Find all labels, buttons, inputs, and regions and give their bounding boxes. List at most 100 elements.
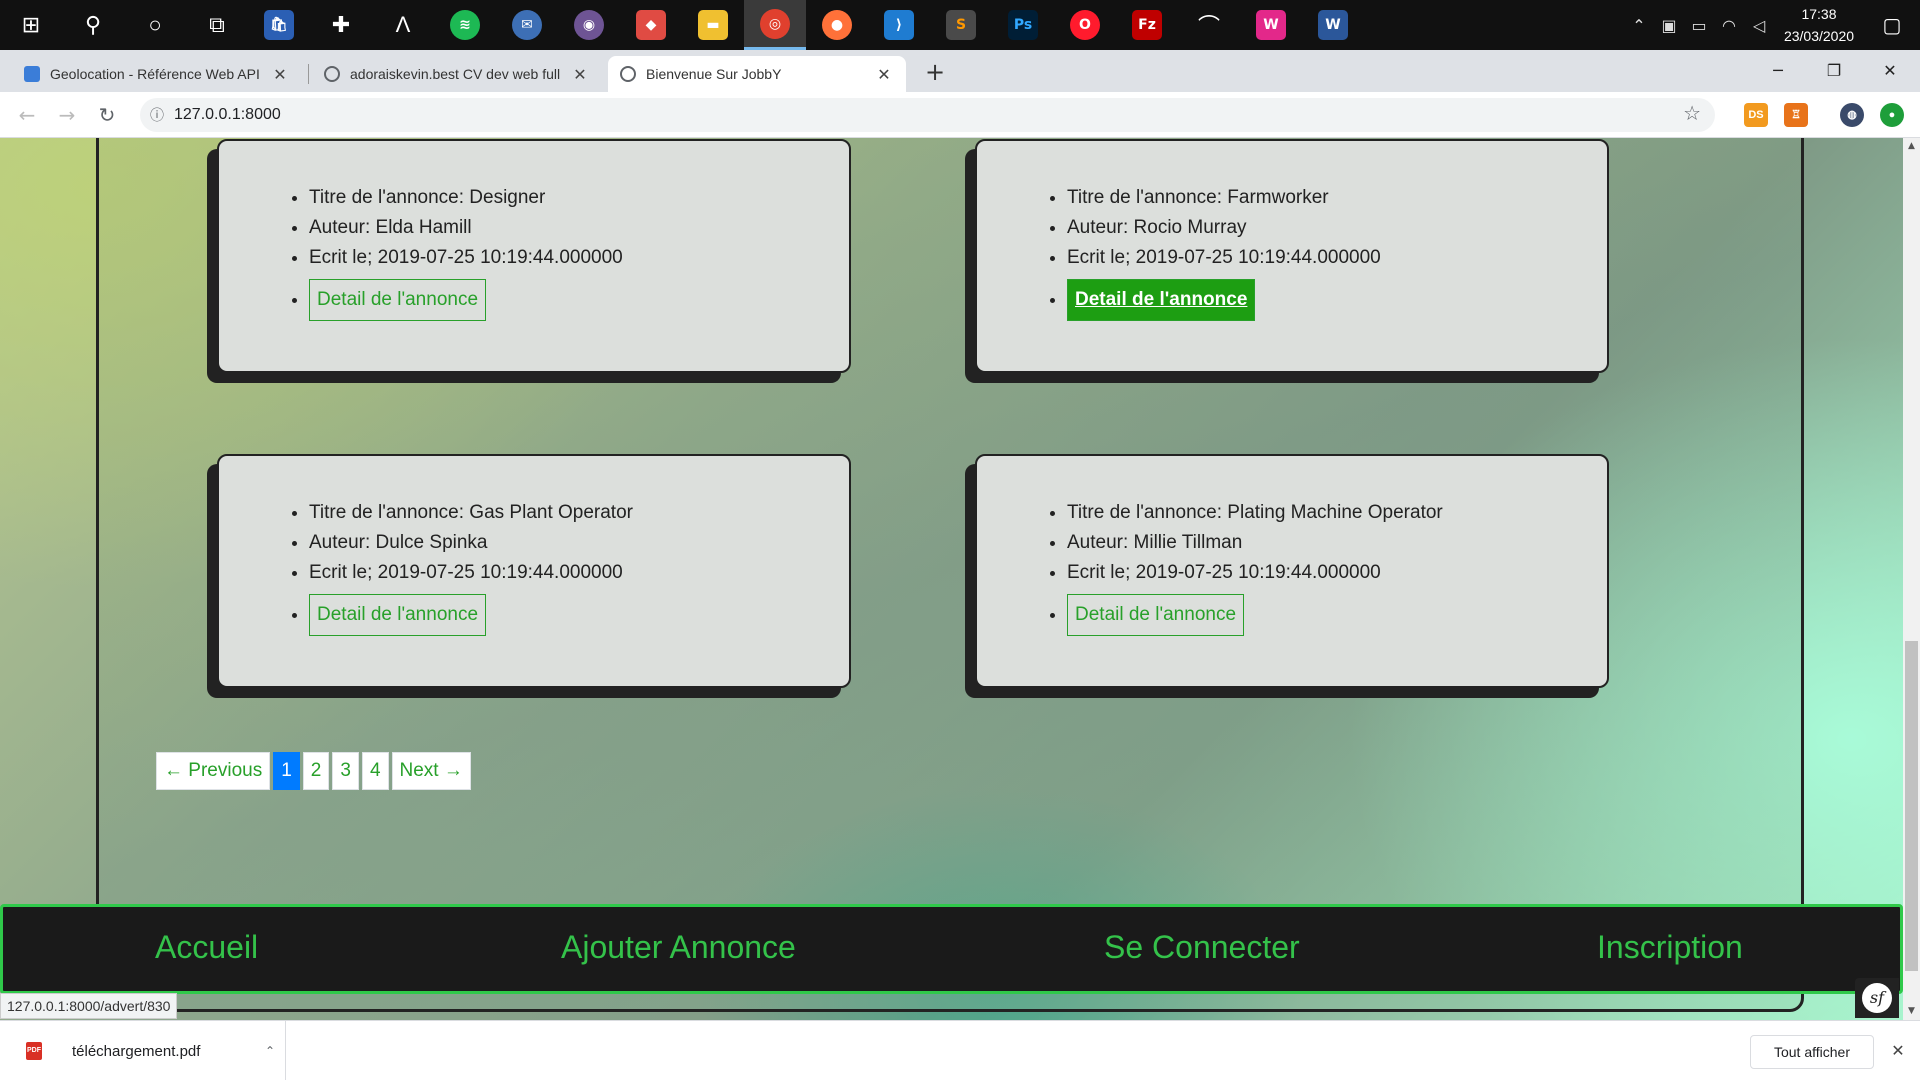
page-link-2[interactable]: 2 — [302, 752, 330, 790]
footer-link-login[interactable]: Se Connecter — [1104, 929, 1300, 966]
reload-button[interactable]: ↻ — [92, 100, 122, 130]
next-page-link[interactable]: Next → — [391, 752, 471, 790]
page-scrollbar[interactable]: ▲ ▼ — [1903, 138, 1920, 1020]
extension-ds-icon[interactable]: DS — [1744, 103, 1768, 127]
volume-muted-icon[interactable]: ◁ — [1744, 16, 1774, 35]
word-icon[interactable]: W — [1302, 0, 1364, 50]
advert-details: Titre de l'annonce: Designer Auteur: Eld… — [309, 183, 623, 321]
advert-card: Titre de l'annonce: Plating Machine Oper… — [975, 454, 1609, 688]
globe-icon — [324, 66, 340, 82]
advert-title: Titre de l'annonce: Designer — [309, 183, 623, 213]
advert-date: Ecrit le; 2019-07-25 10:19:44.000000 — [1067, 558, 1443, 588]
mdn-favicon-icon — [24, 66, 40, 82]
sublime-icon[interactable]: S — [930, 0, 992, 50]
detail-button[interactable]: Detail de l'annonce — [1067, 594, 1245, 636]
advert-card: Titre de l'annonce: Designer Auteur: Eld… — [217, 139, 851, 373]
download-file-name: téléchargement.pdf — [72, 1042, 201, 1060]
chevron-up-icon[interactable]: ⌃ — [1624, 16, 1654, 35]
footer-link-home[interactable]: Accueil — [155, 929, 258, 966]
thunderbird-glyph: ✉ — [512, 10, 542, 40]
footer-link-add-advert[interactable]: Ajouter Annonce — [561, 929, 796, 966]
window-close-button[interactable]: ✕ — [1862, 50, 1918, 90]
page-link-4[interactable]: 4 — [361, 752, 389, 790]
url-text[interactable]: 127.0.0.1:8000 — [174, 106, 281, 124]
git-app-icon[interactable]: ◆ — [620, 0, 682, 50]
store-icon[interactable]: 🛍 — [248, 0, 310, 50]
new-tab-button[interactable]: + — [921, 58, 949, 86]
tab-cv[interactable]: adoraiskevin.best CV dev web full ✕ — [312, 56, 602, 92]
tab-jobby[interactable]: Bienvenue Sur JobbY ✕ — [608, 56, 906, 92]
close-download-shelf-icon[interactable]: ✕ — [1884, 1037, 1912, 1065]
photoshop-icon[interactable]: Ps — [992, 0, 1054, 50]
scroll-up-arrow-icon[interactable]: ▲ — [1903, 138, 1920, 155]
wamp-glyph: W — [1256, 10, 1286, 40]
advert-title: Titre de l'annonce: Gas Plant Operator — [309, 498, 633, 528]
system-tray: ⌃ ▣ ▭ ◠ ◁ 17:38 23/03/2020 ▢ — [1624, 0, 1920, 50]
extension-tower-icon[interactable]: ♖ — [1784, 103, 1808, 127]
minimize-button[interactable]: ─ — [1750, 50, 1806, 90]
cortana-icon[interactable]: ○ — [124, 0, 186, 50]
firefox-icon[interactable]: ● — [806, 0, 868, 50]
scrollbar-thumb[interactable] — [1905, 641, 1918, 971]
forward-button[interactable]: → — [52, 100, 82, 130]
wamp-icon[interactable]: W — [1240, 0, 1302, 50]
address-bar[interactable]: ⓘ 127.0.0.1:8000 ☆ — [140, 98, 1715, 132]
advert-title: Titre de l'annonce: Farmworker — [1067, 183, 1381, 213]
chevron-up-icon[interactable]: ⌃ — [255, 1044, 285, 1058]
close-icon[interactable]: ✕ — [874, 65, 894, 84]
page-link-3[interactable]: 3 — [332, 752, 359, 790]
spotify-icon[interactable]: ≋ — [434, 0, 496, 50]
tab-geolocation[interactable]: Geolocation - Référence Web API ✕ — [12, 56, 302, 92]
chrome-icon[interactable]: ◎ — [744, 0, 806, 50]
bookmark-star-icon[interactable]: ☆ — [1683, 101, 1701, 125]
close-icon[interactable]: ✕ — [570, 65, 590, 84]
advert-date: Ecrit le; 2019-07-25 10:19:44.000000 — [309, 243, 623, 273]
footer-link-signup[interactable]: Inscription — [1597, 929, 1743, 966]
detail-button[interactable]: Detail de l'annonce — [1067, 279, 1256, 321]
github-icon[interactable]: ◉ — [558, 0, 620, 50]
symfony-toolbar-toggle[interactable]: sf — [1855, 978, 1899, 1018]
notification-icon[interactable]: ▢ — [1864, 13, 1920, 37]
clock[interactable]: 17:38 23/03/2020 — [1774, 3, 1864, 47]
opera-icon[interactable]: O — [1054, 0, 1116, 50]
file-explorer-icon[interactable]: ▬ — [682, 0, 744, 50]
back-button[interactable]: ← — [12, 100, 42, 130]
plus-app-icon[interactable]: ✚ — [310, 0, 372, 50]
vscode-icon[interactable]: ⟩ — [868, 0, 930, 50]
thunderbird-icon[interactable]: ✉ — [496, 0, 558, 50]
opera-glyph: O — [1070, 10, 1100, 40]
download-item[interactable]: PDF téléchargement.pdf ⌃ — [14, 1021, 286, 1080]
feather-app-icon[interactable]: ⌒ — [1178, 0, 1240, 50]
symfony-logo-icon: sf — [1862, 983, 1892, 1013]
battery-icon[interactable]: ▭ — [1684, 16, 1714, 35]
site-footer-nav: Accueil Ajouter Annonce Se Connecter Ins… — [0, 904, 1903, 994]
advert-card: Titre de l'annonce: Farmworker Auteur: R… — [975, 139, 1609, 373]
detail-button[interactable]: Detail de l'annonce — [309, 279, 487, 321]
page-link-1[interactable]: 1 — [273, 752, 300, 790]
previous-page-link[interactable]: ← Previous — [156, 752, 271, 790]
advert-detail-item: Detail de l'annonce — [309, 588, 633, 636]
search-icon[interactable]: ⚲ — [62, 0, 124, 50]
pdf-file-icon: PDF — [26, 1042, 42, 1060]
advert-detail-item: Detail de l'annonce — [309, 273, 623, 321]
filezilla-icon[interactable]: Fz — [1116, 0, 1178, 50]
info-icon[interactable]: ⓘ — [140, 105, 174, 125]
git-glyph: ◆ — [636, 10, 666, 40]
scroll-down-arrow-icon[interactable]: ▼ — [1903, 1003, 1920, 1020]
close-icon[interactable]: ✕ — [270, 65, 290, 84]
extension-green-icon[interactable]: ● — [1880, 103, 1904, 127]
clock-date: 23/03/2020 — [1783, 28, 1855, 44]
task-view-icon[interactable]: ⧉ — [186, 0, 248, 50]
detail-button[interactable]: Detail de l'annonce — [309, 594, 487, 636]
pagination: ← Previous 1 2 3 4 Next → — [156, 752, 474, 790]
profile-avatar[interactable]: ◍ — [1840, 103, 1864, 127]
clock-time: 17:38 — [1801, 6, 1837, 22]
advert-details: Titre de l'annonce: Farmworker Auteur: R… — [1067, 183, 1381, 321]
restore-button[interactable]: ❐ — [1806, 50, 1862, 90]
show-all-downloads-button[interactable]: Tout afficher — [1750, 1035, 1874, 1069]
lambda-app-icon[interactable]: Λ — [372, 0, 434, 50]
windows-start-icon[interactable]: ⊞ — [0, 0, 62, 50]
vscode-glyph: ⟩ — [884, 10, 914, 40]
wifi-icon[interactable]: ◠ — [1714, 16, 1744, 35]
display-icon[interactable]: ▣ — [1654, 16, 1684, 35]
